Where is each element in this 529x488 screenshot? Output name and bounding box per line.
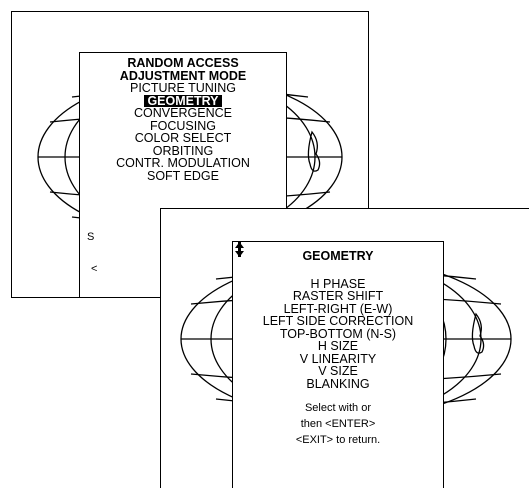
menu-item-raster-shift[interactable]: RASTER SHIFT [233,290,443,303]
help-select-label: Select with [304,402,359,414]
menu-item-v-size[interactable]: V SIZE [233,365,443,378]
help-then-line: then <ENTER> [300,418,376,430]
partial-select-text: S [87,231,95,243]
help-select-line: Select with or [233,242,443,416]
menu-item-left-side-correction[interactable]: LEFT SIDE CORRECTION [233,315,443,328]
screen-geometry: GEOMETRY H PHASE RASTER SHIFT LEFT-RIGHT… [160,208,529,488]
partial-exit-text: < [91,263,98,275]
help-exit-line: <EXIT> to return. [295,434,381,446]
help-or-label: or [361,402,372,414]
menu-item-convergence[interactable]: CONVERGENCE [80,107,286,120]
geometry-title: GEOMETRY [302,249,374,263]
arrow-up-icon [235,242,244,257]
menu-item-blanking[interactable]: BLANKING [233,377,443,391]
menu-item-soft-edge[interactable]: SOFT EDGE [80,169,286,183]
help-text-block: Select with or then <ENTER> <EXIT> to re… [233,242,443,448]
menu-item-contr-modulation[interactable]: CONTR. MODULATION [80,157,286,170]
geometry-menu-panel: GEOMETRY H PHASE RASTER SHIFT LEFT-RIGHT… [232,241,444,488]
menu-item-h-size[interactable]: H SIZE [233,340,443,353]
menu-item-color-select[interactable]: COLOR SELECT [80,132,286,145]
menu-title-line1: RANDOM ACCESS [127,56,239,70]
menu-item-picture-tuning[interactable]: PICTURE TUNING [80,82,286,95]
